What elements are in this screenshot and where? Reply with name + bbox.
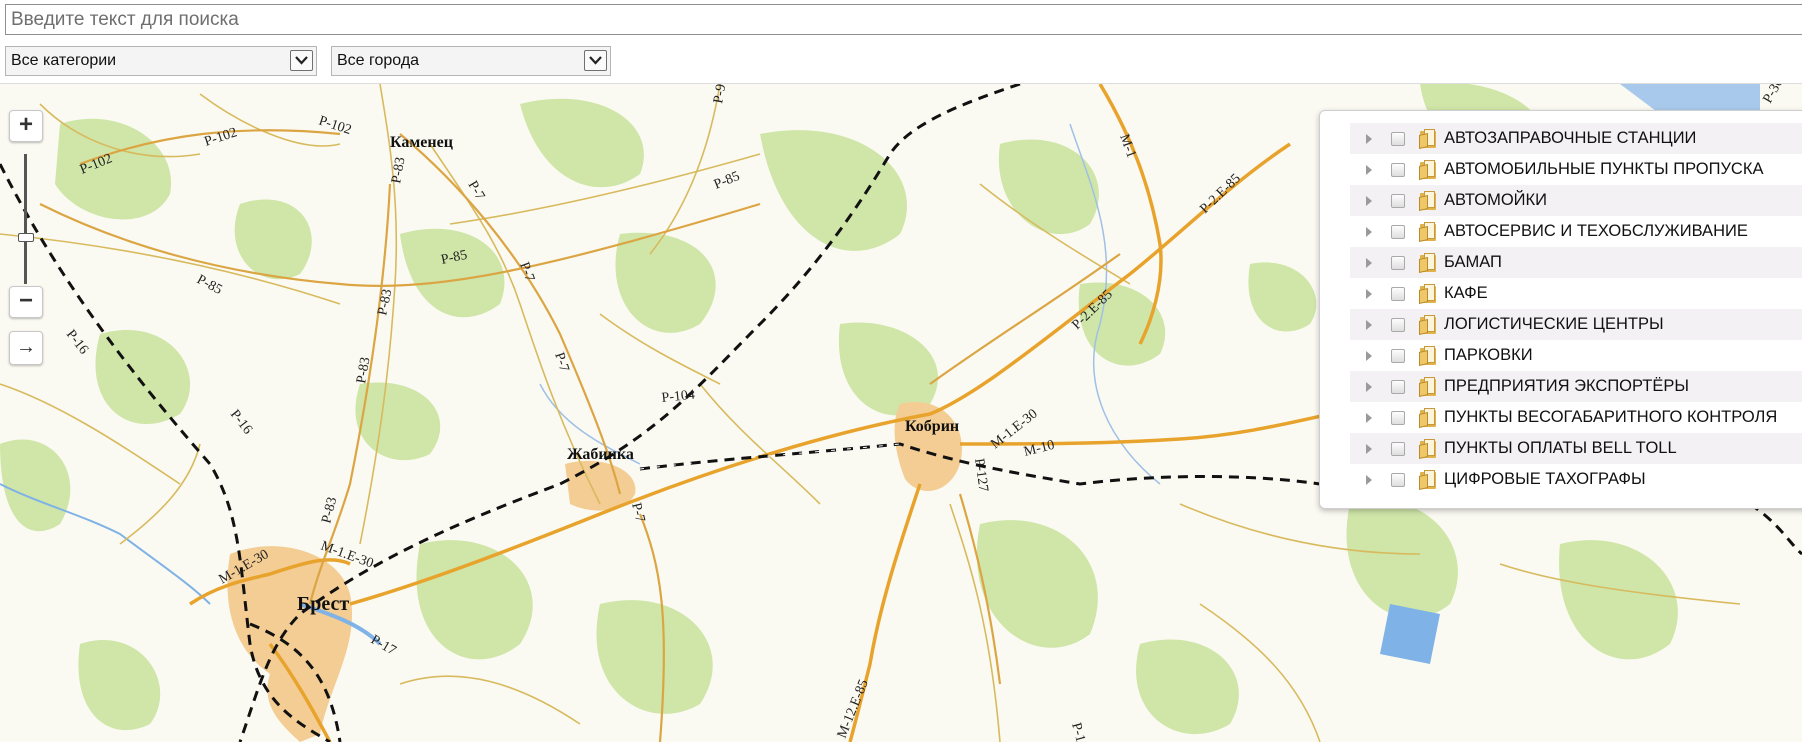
folder-icon (1419, 439, 1437, 459)
category-label: ПРЕДПРИЯТИЯ ЭКСПОРТЁРЫ (1444, 377, 1689, 395)
category-label: АВТОМОЙКИ (1444, 191, 1547, 209)
category-item[interactable]: ЦИФРОВЫЕ ТАХОГРАФЫ (1350, 464, 1802, 495)
folder-icon (1419, 284, 1437, 304)
category-item[interactable]: ПАРКОВКИ (1350, 340, 1802, 371)
chevron-down-icon[interactable] (290, 50, 313, 71)
road-label: Р-104 (661, 388, 696, 406)
folder-icon (1419, 377, 1437, 397)
city-label: Брест (297, 593, 349, 615)
road-label: М-1 (1116, 132, 1138, 160)
road-label: Р-85 (194, 272, 224, 298)
road-label: Р-17 (368, 632, 398, 658)
zoom-in-button[interactable]: + (9, 110, 43, 142)
folder-icon (1419, 408, 1437, 428)
category-checkbox[interactable] (1391, 131, 1405, 146)
road-label: Р-98 (711, 84, 730, 105)
category-checkbox[interactable] (1391, 472, 1405, 487)
search-input[interactable] (6, 5, 1802, 34)
expand-arrow-icon[interactable] (1366, 133, 1372, 144)
folder-icon (1419, 346, 1437, 366)
folder-icon (1419, 222, 1437, 242)
expand-arrow-icon[interactable] (1366, 226, 1372, 237)
category-item[interactable]: КАФЕ (1350, 278, 1802, 309)
category-item[interactable]: АВТОЗАПРАВОЧНЫЕ СТАНЦИИ (1350, 123, 1802, 154)
road-label: Р-127 (971, 457, 991, 492)
category-label: ПАРКОВКИ (1444, 346, 1533, 364)
folder-icon (1419, 315, 1437, 335)
road-label: Р-36 (1760, 84, 1786, 106)
expand-arrow-icon[interactable] (1366, 288, 1372, 299)
category-label: КАФЕ (1444, 284, 1488, 302)
category-label: АВТОСЕРВИС И ТЕХОБСЛУЖИВАНИЕ (1444, 222, 1748, 240)
road-label: Р-85 (712, 169, 742, 193)
category-checkbox[interactable] (1391, 193, 1405, 208)
category-checkbox[interactable] (1391, 286, 1405, 301)
expand-arrow-icon[interactable] (1366, 474, 1372, 485)
expand-arrow-icon[interactable] (1366, 412, 1372, 423)
city-label: Каменец (390, 134, 453, 151)
city-label: Жабинка (567, 446, 634, 463)
category-checkbox[interactable] (1391, 379, 1405, 394)
folder-icon (1419, 470, 1437, 490)
category-label: ПУНКТЫ ВЕСОГАБАРИТНОГО КОНТРОЛЯ (1444, 408, 1778, 426)
category-label: ЛОГИСТИЧЕСКИЕ ЦЕНТРЫ (1444, 315, 1664, 333)
road-label: М-10 (1022, 438, 1056, 460)
category-item[interactable]: АВТОСЕРВИС И ТЕХОБСЛУЖИВАНИЕ (1350, 216, 1802, 247)
road-label: Р-16 (63, 327, 91, 357)
expand-arrow-icon[interactable] (1366, 319, 1372, 330)
category-item[interactable]: ПУНКТЫ ВЕСОГАБАРИТНОГО КОНТРОЛЯ (1350, 402, 1802, 433)
category-label: ЦИФРОВЫЕ ТАХОГРАФЫ (1444, 470, 1646, 488)
folder-icon (1419, 160, 1437, 180)
category-item[interactable]: ПРЕДПРИЯТИЯ ЭКСПОРТЁРЫ (1350, 371, 1802, 402)
category-label: ПУНКТЫ ОПЛАТЫ BELL TOLL (1444, 439, 1677, 457)
category-item[interactable]: БАМАП (1350, 247, 1802, 278)
category-checkbox[interactable] (1391, 255, 1405, 270)
category-label: БАМАП (1444, 253, 1502, 271)
zoom-slider-handle[interactable] (18, 233, 34, 242)
folder-icon (1419, 129, 1437, 149)
expand-arrow-icon[interactable] (1366, 164, 1372, 175)
road-label: Р-7 (628, 501, 647, 524)
category-checkbox[interactable] (1391, 317, 1405, 332)
category-item[interactable]: ЛОГИСТИЧЕСКИЕ ЦЕНТРЫ (1350, 309, 1802, 340)
category-label: АВТОМОБИЛЬНЫЕ ПУНКТЫ ПРОПУСКА (1444, 160, 1764, 178)
category-checkbox[interactable] (1391, 441, 1405, 456)
road-label: Р-16 (227, 407, 255, 437)
category-checkbox[interactable] (1391, 224, 1405, 239)
category-item[interactable]: АВТОМОБИЛЬНЫЕ ПУНКТЫ ПРОПУСКА (1350, 154, 1802, 185)
search-box[interactable] (5, 4, 1802, 35)
category-item[interactable]: ПУНКТЫ ОПЛАТЫ BELL TOLL (1350, 433, 1802, 464)
zoom-out-button[interactable]: − (9, 286, 43, 318)
chevron-down-icon[interactable] (584, 50, 607, 71)
road-label: Р-2.Е-85 (1197, 171, 1244, 217)
city-select-value: Все города (337, 52, 420, 69)
expand-arrow-icon[interactable] (1366, 257, 1372, 268)
category-item[interactable]: АВТОМОЙКИ (1350, 185, 1802, 216)
folder-icon (1419, 253, 1437, 273)
road-label: Р-7 (516, 260, 537, 283)
category-checkbox[interactable] (1391, 348, 1405, 363)
road-label: Р-102 (203, 125, 239, 150)
category-checkbox[interactable] (1391, 410, 1405, 425)
city-label: Кобрин (905, 418, 959, 435)
zoom-slider-track[interactable] (24, 154, 27, 284)
category-label: АВТОЗАПРАВОЧНЫЕ СТАНЦИИ (1444, 129, 1697, 147)
category-checkbox[interactable] (1391, 162, 1405, 177)
category-select[interactable]: Все категории (5, 46, 317, 76)
expand-arrow-icon[interactable] (1366, 443, 1372, 454)
road-label: Р-14 (1068, 721, 1089, 742)
expand-arrow-icon[interactable] (1366, 195, 1372, 206)
category-select-value: Все категории (11, 52, 117, 69)
folder-icon (1419, 191, 1437, 211)
categories-panel: АВТОЗАПРАВОЧНЫЕ СТАНЦИИ АВТОМОБИЛЬНЫЕ ПУ… (1319, 110, 1802, 509)
city-select[interactable]: Все города (331, 46, 611, 76)
road-label: Р-83 (389, 156, 408, 185)
zoom-control: + − (9, 110, 43, 324)
road-label: Р-83 (354, 356, 373, 385)
expand-arrow-icon[interactable] (1366, 350, 1372, 361)
expand-arrow-icon[interactable] (1366, 381, 1372, 392)
pan-arrow-button[interactable]: → (9, 331, 43, 365)
